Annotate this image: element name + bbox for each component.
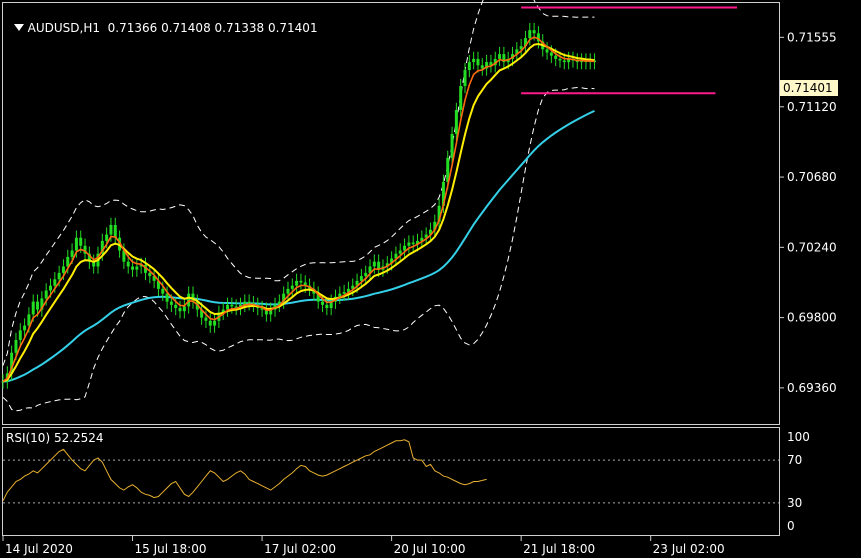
candle-body — [407, 242, 411, 246]
rsi-line — [2, 439, 487, 502]
candle-body — [321, 301, 325, 305]
price-tick-label: 0.70240 — [787, 240, 837, 254]
chart-canvas: 0.71555 0.71120 0.70680 0.70240 0.69800 0.693… — [1, 0, 837, 556]
candle-body — [450, 133, 454, 158]
candle-body — [299, 280, 303, 283]
rsi-tick-label: 70 — [787, 453, 802, 467]
candle-body — [403, 245, 407, 251]
candle-body — [48, 285, 52, 291]
candle-body — [372, 261, 376, 267]
candle-body — [204, 317, 208, 321]
candle-body — [44, 290, 48, 299]
candle-body — [148, 272, 152, 277]
candle-body — [562, 60, 566, 63]
candle-body — [14, 339, 18, 353]
candle-body — [545, 49, 549, 53]
candle-body — [480, 65, 484, 69]
candle-body — [290, 285, 294, 289]
price-tick-label: 0.69360 — [787, 381, 837, 395]
candle-body — [18, 330, 22, 340]
candle-body — [53, 279, 57, 286]
candle-body — [126, 261, 130, 267]
ema-mid-line — [2, 42, 595, 383]
candle-body — [113, 224, 117, 238]
lower-band-line — [2, 86, 595, 412]
candle-body — [187, 293, 191, 307]
candle-body — [364, 272, 368, 277]
time-tick-label: 14 Jul 2020 — [5, 542, 73, 556]
rsi-tick-label: 30 — [787, 496, 802, 510]
time-tick-label: 20 Jul 10:00 — [394, 542, 466, 556]
candle-body — [74, 237, 78, 251]
candle-body — [359, 276, 363, 281]
rsi-tick-label: 100 — [787, 430, 810, 444]
ema-fast-line — [2, 36, 595, 383]
candle-body — [532, 30, 536, 34]
candle-body — [342, 292, 346, 294]
candle-body — [226, 304, 230, 310]
candle-body — [467, 62, 471, 71]
candle-body — [31, 301, 35, 315]
candle-body — [213, 320, 217, 326]
price-tick-label: 0.69800 — [787, 311, 837, 325]
candle-body — [528, 30, 532, 39]
candle-body — [398, 250, 402, 254]
candle-body — [70, 250, 74, 257]
candle-body — [208, 320, 212, 326]
candle-body — [66, 256, 70, 267]
candle-body — [454, 109, 458, 134]
price-tick-label: 0.71555 — [787, 30, 837, 44]
candle-body — [165, 293, 169, 302]
candle-body — [23, 325, 27, 331]
candle-body — [498, 54, 502, 59]
time-tick-label: 17 Jul 02:00 — [264, 542, 336, 556]
ema-slow-line — [2, 109, 595, 383]
candle-body — [476, 58, 480, 66]
candle-body — [472, 58, 476, 63]
candle-body — [554, 55, 558, 59]
candle-body — [109, 224, 113, 235]
candle-body — [459, 86, 463, 110]
candle-body — [61, 266, 65, 273]
candle-body — [286, 288, 290, 294]
time-tick-label: 23 Jul 02:00 — [653, 542, 725, 556]
candle-body — [36, 301, 40, 310]
candle-body — [558, 58, 562, 61]
candle-body — [178, 308, 182, 312]
candle-body — [411, 242, 415, 245]
candle-body — [549, 52, 553, 56]
price-tick-label: 0.70680 — [787, 170, 837, 184]
time-tick-label: 15 Jul 18:00 — [135, 542, 207, 556]
candle-body — [161, 288, 165, 294]
candle-body — [169, 301, 173, 305]
time-tick-label: 21 Jul 18:00 — [523, 542, 595, 556]
candle-body — [463, 70, 467, 87]
candle-body — [247, 301, 251, 304]
price-tick-label: 0.71120 — [787, 100, 837, 114]
rsi-tick-label: 0 — [787, 519, 795, 533]
candle-body — [57, 272, 61, 280]
candle-body — [182, 306, 186, 312]
candle-body — [79, 237, 83, 246]
candle-body — [230, 304, 234, 307]
candle-body — [295, 280, 299, 286]
candle-body — [174, 304, 178, 309]
candle-body — [325, 304, 329, 309]
candle-body — [135, 266, 139, 270]
candle-body — [131, 266, 135, 270]
candle-body — [105, 234, 109, 241]
